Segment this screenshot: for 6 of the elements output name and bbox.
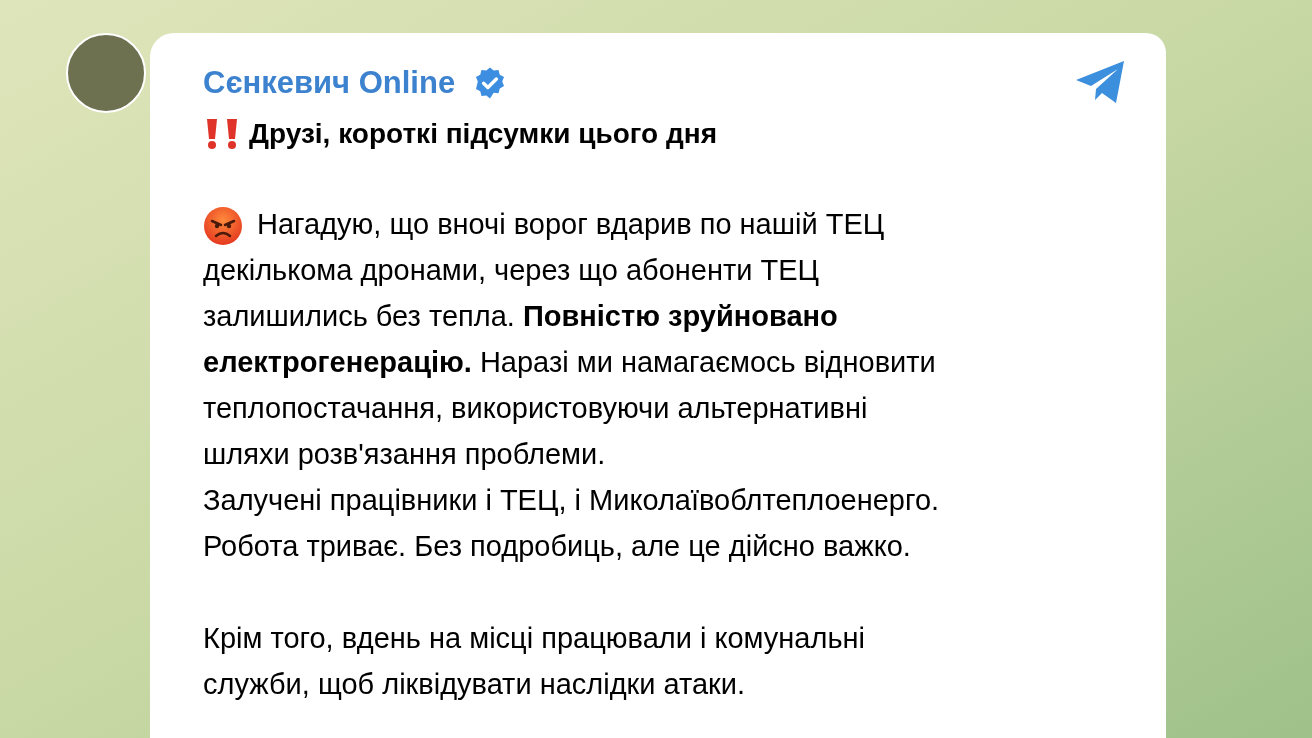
post-title: Друзі, короткі підсумки цього дня (249, 117, 717, 151)
post-text-line: Нагадую, що вночі ворог вдарив по нашій ТЕЦ (257, 207, 885, 242)
post-paragraph: Крім того, вдень на місці працювали і комунальні служби, щоб ліквідувати наслідки атаки. (203, 621, 866, 702)
channel-name[interactable]: Сєнкевич Online (203, 59, 456, 107)
post-paragraph: декількома дронами, через що абоненти ТЕЦ залишились без тепла. Повністю зруйновано електрогенерацію. Наразі ми намагаємось відновити теплопостачання, використовуючи альтернативні шляхи розв'язання проблеми. Залучені працівники і ТЕЦ, і Миколаївоблтеплоенерго. Робота триває. Без подробиць, але це дійсно важко. (203, 253, 941, 564)
angry-face-icon (203, 206, 243, 246)
